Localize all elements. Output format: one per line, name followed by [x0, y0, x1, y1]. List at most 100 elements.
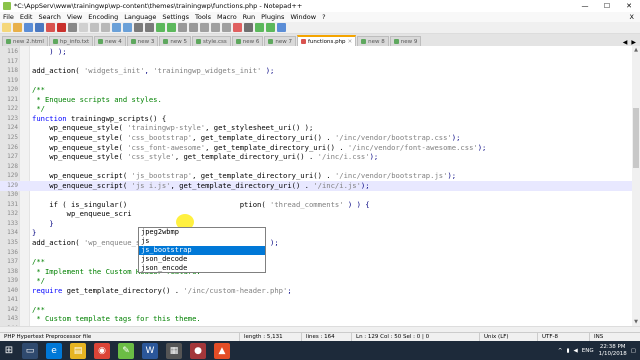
- new-file-icon[interactable]: [2, 23, 11, 32]
- close-all-icon[interactable]: [57, 23, 66, 32]
- code-line[interactable]: 127 wp_enqueue_style( 'css_style', get_t…: [0, 152, 632, 162]
- scroll-down-icon[interactable]: ▼: [632, 318, 640, 326]
- code-line[interactable]: 120 /**: [0, 85, 632, 95]
- menu-view[interactable]: View: [64, 13, 85, 21]
- menu-help[interactable]: ?: [319, 13, 328, 21]
- word-icon[interactable]: W: [142, 342, 158, 359]
- tab-new-7[interactable]: new 7: [264, 36, 296, 46]
- file-explorer-icon[interactable]: ▤: [70, 342, 86, 359]
- code-line[interactable]: 137 /**: [0, 257, 632, 267]
- code-line[interactable]: 124 wp_enqueue_style( 'trainingwp-style'…: [0, 123, 632, 133]
- scroll-thumb[interactable]: [633, 108, 639, 168]
- menu-macro[interactable]: Macro: [214, 13, 240, 21]
- copy-icon[interactable]: [90, 23, 99, 32]
- save-macro-icon[interactable]: [277, 23, 286, 32]
- code-editor[interactable]: 116 ) ); 117 118 add_action( 'widgets_init'…: [0, 46, 632, 326]
- menu-run[interactable]: Run: [240, 13, 258, 21]
- autocomplete-item[interactable]: js: [139, 237, 265, 246]
- tab-new-4[interactable]: new 4: [94, 36, 126, 46]
- menu-file[interactable]: File: [0, 13, 17, 21]
- close-doc-button[interactable]: X: [630, 13, 640, 21]
- tab-scroll-left-icon[interactable]: ◀: [621, 39, 630, 46]
- tab-new-2-html[interactable]: new 2.html: [2, 36, 48, 46]
- code-line[interactable]: 136: [0, 248, 632, 258]
- maximize-button[interactable]: ☐: [596, 0, 618, 12]
- redo-icon[interactable]: [123, 23, 132, 32]
- code-line[interactable]: 121 * Enqueue scripts and styles.: [0, 95, 632, 105]
- tab-new-8[interactable]: new 8: [357, 36, 389, 46]
- tab-style-css[interactable]: style.css: [192, 36, 231, 46]
- sync-v-icon[interactable]: [178, 23, 187, 32]
- autocomplete-item[interactable]: json_decode: [139, 255, 265, 264]
- code-line[interactable]: 135add_action( 'wp_enqueue_scripts', 'tr…: [0, 238, 632, 248]
- close-button[interactable]: ✕: [618, 0, 640, 12]
- notification-icon[interactable]: ▢: [631, 348, 636, 354]
- tab-scroll-right-icon[interactable]: ▶: [629, 39, 638, 46]
- menu-search[interactable]: Search: [35, 13, 63, 21]
- replace-icon[interactable]: [145, 23, 154, 32]
- code-line[interactable]: 119: [0, 76, 632, 86]
- cut-icon[interactable]: [79, 23, 88, 32]
- code-line[interactable]: 130: [0, 190, 632, 200]
- zoom-out-icon[interactable]: [167, 23, 176, 32]
- code-line[interactable]: 142 /**: [0, 305, 632, 315]
- print-icon[interactable]: [68, 23, 77, 32]
- show-all-icon[interactable]: [211, 23, 220, 32]
- code-line[interactable]: 129 wp_enqueue_script( 'js_bootstrap', g…: [0, 171, 632, 181]
- scroll-up-icon[interactable]: ▲: [632, 46, 640, 54]
- volume-icon[interactable]: ◀: [574, 348, 578, 354]
- menu-tools[interactable]: Tools: [192, 13, 214, 21]
- code-line[interactable]: 133 }: [0, 219, 632, 229]
- menu-window[interactable]: Window: [287, 13, 319, 21]
- autocomplete-popup[interactable]: jpeg2wbmp js js_bootstrap json_decode js…: [138, 227, 266, 273]
- code-line[interactable]: 122 */: [0, 104, 632, 114]
- save-icon[interactable]: [24, 23, 33, 32]
- language-indicator[interactable]: ENG: [582, 348, 594, 354]
- tab-new-5[interactable]: new 5: [159, 36, 192, 46]
- start-button[interactable]: ⊞: [0, 341, 18, 360]
- wrap-icon[interactable]: [200, 23, 209, 32]
- clock[interactable]: 22:38 PM 1/10/2018: [599, 344, 627, 358]
- tab-new-3[interactable]: new 3: [126, 36, 159, 46]
- task-view-icon[interactable]: ▭: [22, 342, 38, 359]
- sync-h-icon[interactable]: [189, 23, 198, 32]
- code-line[interactable]: 139 */: [0, 276, 632, 286]
- vertical-scrollbar[interactable]: ▲ ▼: [632, 46, 640, 326]
- autocomplete-item[interactable]: jpeg2wbmp: [139, 228, 265, 237]
- code-line[interactable]: 125 wp_enqueue_style( 'css_bootstrap', g…: [0, 133, 632, 143]
- app-icon[interactable]: ▦: [166, 342, 182, 359]
- notepadpp-taskbar-icon[interactable]: ✎: [118, 342, 134, 359]
- minimize-button[interactable]: —: [574, 0, 596, 12]
- tab-close-icon[interactable]: ✕: [348, 39, 353, 45]
- indent-guide-icon[interactable]: [222, 23, 231, 32]
- code-line[interactable]: 140 require get_template_directory() . '/…: [0, 286, 632, 296]
- autocomplete-item-selected[interactable]: js_bootstrap: [139, 246, 265, 255]
- run-macro-icon[interactable]: [266, 23, 275, 32]
- code-line[interactable]: 131 if ( is_singular() ption( 'thread_co…: [0, 200, 632, 210]
- paste-icon[interactable]: [101, 23, 110, 32]
- close-icon[interactable]: [46, 23, 55, 32]
- code-line[interactable]: 138 * Implement the Custom Header featur…: [0, 267, 632, 277]
- record-macro-icon[interactable]: [233, 23, 242, 32]
- find-icon[interactable]: [134, 23, 143, 32]
- tab-new-6[interactable]: new 6: [231, 36, 264, 46]
- code-line[interactable]: 128: [0, 162, 632, 172]
- tab-hp-info[interactable]: hp_info.txt: [48, 36, 94, 46]
- code-line[interactable]: 123 function trainingwp_scripts() {: [0, 114, 632, 124]
- menu-encoding[interactable]: Encoding: [85, 13, 121, 21]
- save-all-icon[interactable]: [35, 23, 44, 32]
- undo-icon[interactable]: [112, 23, 121, 32]
- menu-edit[interactable]: Edit: [17, 13, 36, 21]
- autocomplete-item[interactable]: json_encode: [139, 264, 265, 273]
- menu-plugins[interactable]: Plugins: [258, 13, 287, 21]
- chrome-icon[interactable]: ◉: [94, 342, 110, 359]
- network-icon[interactable]: ▮: [566, 348, 569, 354]
- code-line[interactable]: 116 ) );: [0, 47, 632, 57]
- code-line[interactable]: 132 wp_enqueue_scri: [0, 209, 632, 219]
- code-line[interactable]: 117: [0, 57, 632, 67]
- recorder-icon[interactable]: ●: [190, 342, 206, 359]
- tab-functions-php[interactable]: functions.php ✕: [297, 35, 357, 46]
- zoom-in-icon[interactable]: [156, 23, 165, 32]
- code-line-current[interactable]: 129 wp_enqueue_script( 'js i.js', get_te…: [0, 180, 632, 191]
- code-line[interactable]: 141: [0, 295, 632, 305]
